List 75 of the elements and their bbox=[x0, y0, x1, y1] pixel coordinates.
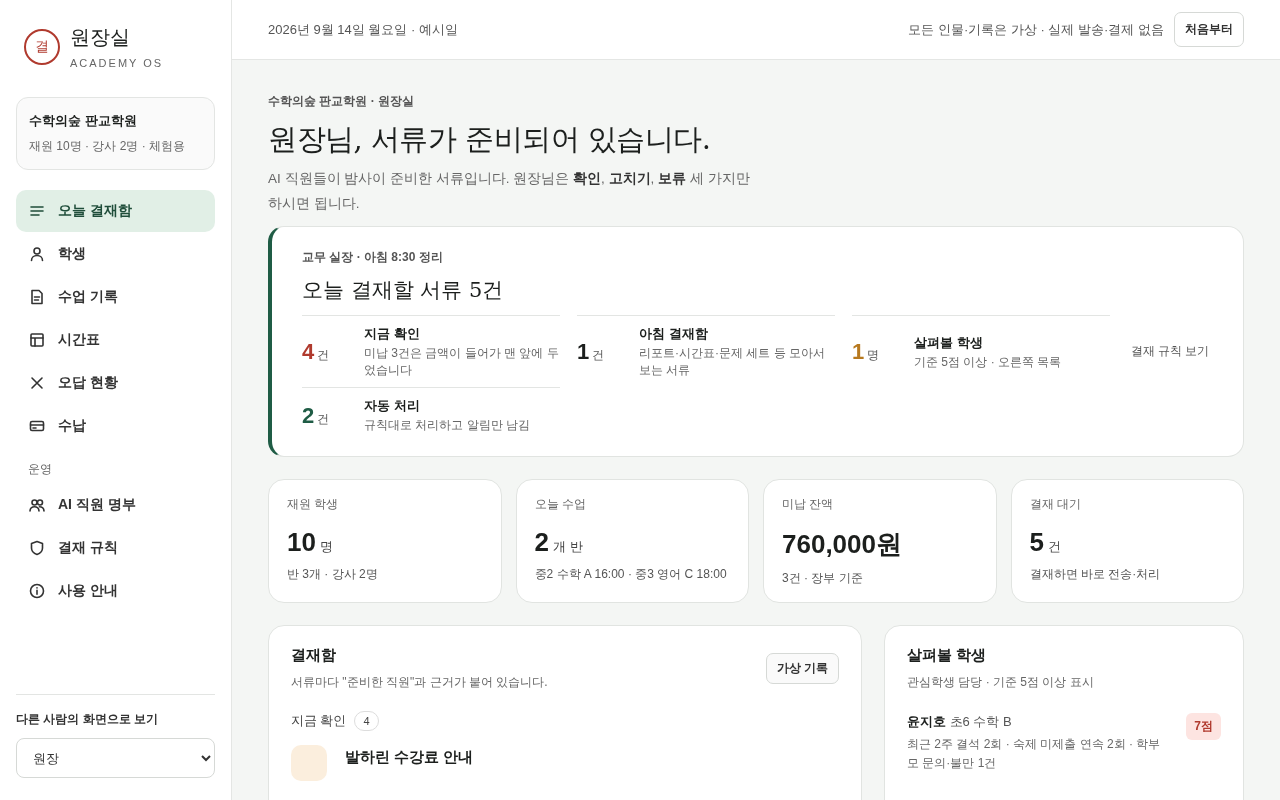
nav-item[interactable]: 시간표 bbox=[16, 319, 215, 361]
stat-note: 반 3개 · 강사 2명 bbox=[287, 566, 379, 583]
shield-icon bbox=[29, 540, 45, 556]
stat-value: 2 bbox=[534, 527, 549, 557]
count-unit: 건 bbox=[317, 348, 330, 362]
records-button[interactable]: 가상 기록 bbox=[765, 653, 839, 684]
count-number: 1 bbox=[577, 339, 590, 364]
people-icon bbox=[29, 497, 45, 513]
table-icon bbox=[29, 332, 45, 348]
document-title[interactable]: 발하린 수강료 안내 bbox=[345, 748, 474, 767]
summary-item-text: 기준 5점 이상 · 오른쪽 목록 bbox=[914, 353, 1062, 371]
stat-unit: 명 bbox=[319, 539, 333, 554]
intro-text: AI 직원들이 밤사이 준비한 서류입니다. 원장님은 확인, 고치기, 보류 세 가지만 하시면 됩니다. bbox=[268, 170, 751, 213]
count-number: 4 bbox=[302, 339, 315, 364]
section-label: 운영 bbox=[27, 462, 53, 477]
close-icon bbox=[29, 375, 45, 391]
summary-title: 오늘 결재할 서류 5건 bbox=[302, 277, 505, 304]
count-unit: 건 bbox=[592, 348, 605, 362]
stat-value: 760,000원 bbox=[782, 529, 902, 559]
notice-text: 모든 인물·기록은 가상 · 실제 발송·결제 없음 bbox=[908, 20, 1164, 39]
stat-label: 미납 잔액 bbox=[782, 496, 835, 513]
summary-item-title: 아침 결재함 bbox=[639, 325, 709, 343]
stat-label: 결재 대기 bbox=[1029, 496, 1082, 513]
card-icon bbox=[29, 418, 45, 434]
stat-note: 3건 · 장부 기준 bbox=[782, 570, 864, 587]
viewer-select[interactable]: 원장 bbox=[16, 738, 215, 778]
summary-item-text: 리포트·시간표·문제 세트 등 모아서 보는 서류 bbox=[639, 345, 826, 379]
date-text: 2026년 9월 14일 월요일 · 예시일 bbox=[268, 20, 458, 39]
panel-subtitle: 관심학생 담당 · 기준 5점 이상 표시 bbox=[907, 674, 1095, 691]
nav-item[interactable]: 결재 규칙 bbox=[16, 527, 215, 569]
stat-unit: 개 반 bbox=[552, 539, 583, 554]
stat-label: 오늘 수업 bbox=[534, 496, 587, 513]
stat-value: 5 bbox=[1029, 527, 1044, 557]
person-icon bbox=[29, 246, 45, 262]
group-label: 지금 확인 bbox=[291, 712, 347, 730]
summary-item-text: 미납 3건은 금액이 들어가 맨 앞에 두었습니다 bbox=[364, 345, 560, 379]
reset-button[interactable]: 처음부터 bbox=[1174, 12, 1244, 47]
student-note: 최근 2주 결석 2회 · 숙제 미제출 연속 2회 · 학부모 문의·불만 1건 bbox=[907, 736, 1162, 772]
summary-item-title: 살펴볼 학생 bbox=[914, 333, 984, 352]
nav-item[interactable]: AI 직원 명부 bbox=[16, 484, 215, 526]
app-subtitle: ACADEMY OS bbox=[70, 57, 164, 69]
logo-seal: 결 bbox=[24, 28, 60, 65]
summary-item-title: 지금 확인 bbox=[364, 325, 421, 343]
panel-title: 결재함 bbox=[291, 646, 337, 665]
stat-note: 중2 수학 A 16:00 · 중3 영어 C 18:00 bbox=[534, 566, 728, 583]
nav-item[interactable]: 수납 bbox=[16, 405, 215, 447]
panel-subtitle: 서류마다 "준비한 직원"과 근거가 붙어 있습니다. bbox=[291, 674, 548, 691]
count-unit: 명 bbox=[867, 348, 880, 362]
stat-unit: 건 bbox=[1047, 539, 1061, 554]
rules-link[interactable]: 결재 규칙 보기 bbox=[1130, 342, 1210, 360]
stat-note: 결재하면 바로 전송·처리 bbox=[1029, 566, 1162, 583]
stat-value: 10 bbox=[287, 527, 316, 557]
count-unit: 건 bbox=[317, 411, 330, 426]
viewer-label: 다른 사람의 화면으로 보기 bbox=[16, 711, 159, 728]
student-name: 윤지호 초6 수학 B bbox=[907, 713, 1013, 731]
breadcrumb: 수학의숲 판교학원 · 원장실 bbox=[268, 93, 415, 110]
nav-item[interactable]: 오늘 결재함 bbox=[16, 190, 215, 232]
nav-item[interactable]: 사용 안내 bbox=[16, 570, 215, 612]
lines-icon bbox=[29, 203, 45, 219]
summary-item-text: 규칙대로 처리하고 알림만 남김 bbox=[364, 417, 530, 434]
score-badge: 7점 bbox=[1186, 713, 1221, 740]
nav-item[interactable]: 오답 현황 bbox=[16, 362, 215, 404]
summary-item-title: 자동 처리 bbox=[364, 397, 421, 415]
academy-name: 수학의숲 판교학원 bbox=[29, 112, 138, 130]
page-title: 원장님, 서류가 준비되어 있습니다. bbox=[268, 121, 712, 158]
app-title: 원장실 bbox=[70, 24, 131, 51]
nav-item[interactable]: 수업 기록 bbox=[16, 276, 215, 318]
nav-item[interactable]: 학생 bbox=[16, 233, 215, 275]
count-number: 2 bbox=[302, 402, 315, 428]
panel-title: 살펴볼 학생 bbox=[907, 646, 988, 665]
stat-label: 재원 학생 bbox=[287, 496, 340, 513]
info-icon bbox=[29, 583, 45, 599]
count-number: 1 bbox=[852, 339, 865, 364]
academy-meta: 재원 10명 · 강사 2명 · 체험용 bbox=[29, 138, 187, 155]
summary-byline: 교무 실장 · 아침 8:30 정리 bbox=[302, 249, 444, 266]
